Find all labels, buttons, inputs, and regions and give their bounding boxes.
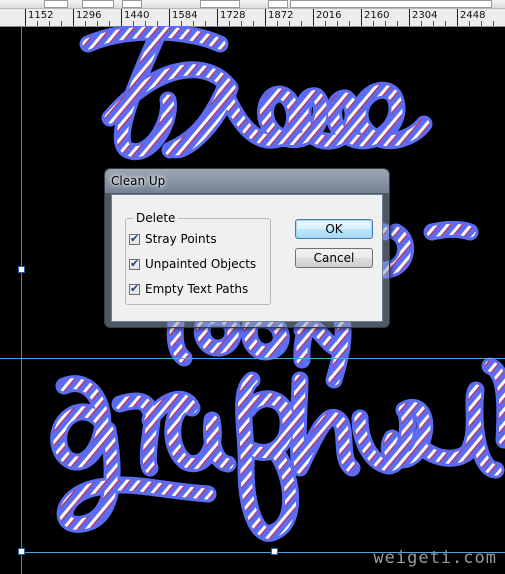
toolbar-control[interactable] — [268, 0, 288, 8]
ruler-label: 2016 — [316, 10, 342, 21]
selection-handle[interactable] — [271, 548, 278, 555]
stray-points-option[interactable]: ✔ Stray Points — [129, 231, 217, 247]
checkmark-icon: ✔ — [130, 281, 140, 295]
toolbar-control[interactable] — [44, 0, 68, 8]
ruler-label: 1296 — [76, 10, 102, 21]
clean-up-dialog[interactable]: Clean Up Delete ✔ Stray Points ✔ Unpaint… — [104, 168, 390, 328]
empty-text-paths-label: Empty Text Paths — [145, 282, 249, 296]
toolbar-control[interactable] — [82, 0, 114, 8]
watermark: weigeti.com — [373, 548, 497, 568]
toolbar-strip — [0, 0, 505, 9]
ruler-label: 1152 — [28, 10, 54, 21]
ruler-label: 1872 — [268, 10, 294, 21]
dialog-body: Delete ✔ Stray Points ✔ Unpainted Object… — [111, 194, 383, 322]
empty-text-paths-checkbox[interactable]: ✔ — [129, 281, 140, 295]
guide-horizontal — [0, 358, 505, 359]
ruler-label: 2304 — [412, 10, 438, 21]
stray-points-checkbox[interactable]: ✔ — [129, 231, 140, 245]
dialog-titlebar[interactable]: Clean Up — [105, 169, 389, 193]
empty-text-paths-option[interactable]: ✔ Empty Text Paths — [129, 281, 248, 297]
toolbar-control[interactable] — [122, 0, 142, 8]
toolbar-control[interactable] — [200, 0, 240, 8]
stray-points-label: Stray Points — [145, 232, 217, 246]
selection-handle[interactable] — [18, 548, 25, 555]
dialog-title: Clean Up — [111, 174, 166, 188]
ruler-label: 1440 — [124, 10, 150, 21]
unpainted-objects-checkbox[interactable]: ✔ — [129, 256, 140, 270]
ruler-label: 1584 — [172, 10, 198, 21]
unpainted-objects-option[interactable]: ✔ Unpainted Objects — [129, 256, 256, 272]
checkmark-icon: ✔ — [130, 231, 140, 245]
delete-group-label: Delete — [136, 211, 176, 225]
ruler-label: 2160 — [364, 10, 390, 21]
artboard-guide-left — [21, 26, 22, 574]
toolbar-control[interactable] — [290, 0, 492, 8]
ruler-label: 2448 — [460, 10, 486, 21]
ruler-label: 1728 — [220, 10, 246, 21]
horizontal-ruler[interactable]: 1152 1296 1440 1584 1728 1872 2016 2160 … — [0, 0, 505, 27]
unpainted-objects-label: Unpainted Objects — [145, 257, 257, 271]
selection-handle[interactable] — [18, 266, 25, 273]
ok-button[interactable]: OK — [295, 219, 373, 239]
cancel-button[interactable]: Cancel — [295, 248, 373, 268]
checkmark-icon: ✔ — [130, 256, 140, 270]
